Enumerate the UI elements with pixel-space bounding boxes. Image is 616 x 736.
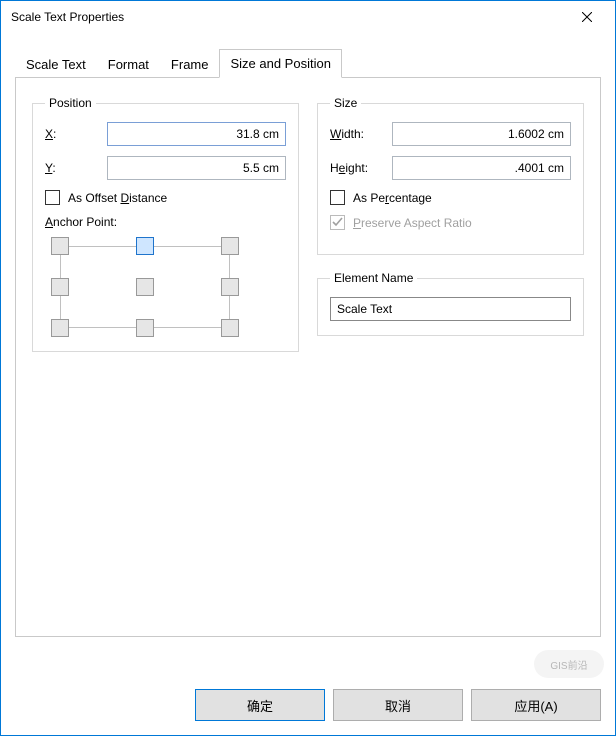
element-name-input[interactable] [330,297,571,321]
x-label: X: [45,127,99,141]
position-legend: Position [45,96,96,110]
dialog-window: Scale Text Properties Scale Text Format … [0,0,616,736]
y-input[interactable] [107,156,286,180]
as-percentage-checkbox[interactable] [330,190,345,205]
anchor-bottom-right[interactable] [221,319,239,337]
window-title: Scale Text Properties [11,10,564,24]
anchor-middle-right[interactable] [221,278,239,296]
left-column: Position X: Y: As Offset Distance Anchor… [32,96,299,368]
anchor-middle-center[interactable] [136,278,154,296]
position-group: Position X: Y: As Offset Distance Anchor… [32,96,299,352]
anchor-middle-left[interactable] [51,278,69,296]
anchor-top-right[interactable] [221,237,239,255]
preserve-aspect-checkbox [330,215,345,230]
size-legend: Size [330,96,361,110]
title-bar: Scale Text Properties [1,1,615,33]
height-input[interactable] [392,156,571,180]
as-percentage-label: As Percentage [353,191,432,205]
anchor-bottom-center[interactable] [136,319,154,337]
cancel-button[interactable]: 取消 [333,689,463,721]
tab-scale-text[interactable]: Scale Text [15,50,97,78]
check-icon [332,217,343,228]
tab-size-and-position[interactable]: Size and Position [219,49,341,78]
x-input[interactable] [107,122,286,146]
dialog-content: Scale Text Format Frame Size and Positio… [1,33,615,675]
apply-button[interactable]: 应用(A) [471,689,601,721]
anchor-top-left[interactable] [51,237,69,255]
offset-distance-checkbox[interactable] [45,190,60,205]
element-name-legend: Element Name [330,271,417,285]
height-label: Height: [330,161,384,175]
preserve-aspect-label: Preserve Aspect Ratio [353,216,472,230]
anchor-grid [51,237,239,337]
close-button[interactable] [564,2,609,32]
right-column: Size Width: Height: As Percentage [317,96,584,352]
tab-panel: Position X: Y: As Offset Distance Anchor… [15,77,601,637]
y-label: Y: [45,161,99,175]
width-input[interactable] [392,122,571,146]
anchor-top-center[interactable] [136,237,154,255]
offset-distance-label: As Offset Distance [68,191,167,205]
ok-button[interactable]: 确定 [195,689,325,721]
size-group: Size Width: Height: As Percentage [317,96,584,255]
anchor-bottom-left[interactable] [51,319,69,337]
tab-format[interactable]: Format [97,50,160,78]
tab-strip: Scale Text Format Frame Size and Positio… [15,47,601,77]
element-name-group: Element Name [317,271,584,336]
width-label: Width: [330,127,384,141]
tab-frame[interactable]: Frame [160,50,220,78]
close-icon [582,12,592,22]
anchor-point-label: Anchor Point: [45,215,286,229]
dialog-buttons: 确定 取消 应用(A) [1,675,615,735]
